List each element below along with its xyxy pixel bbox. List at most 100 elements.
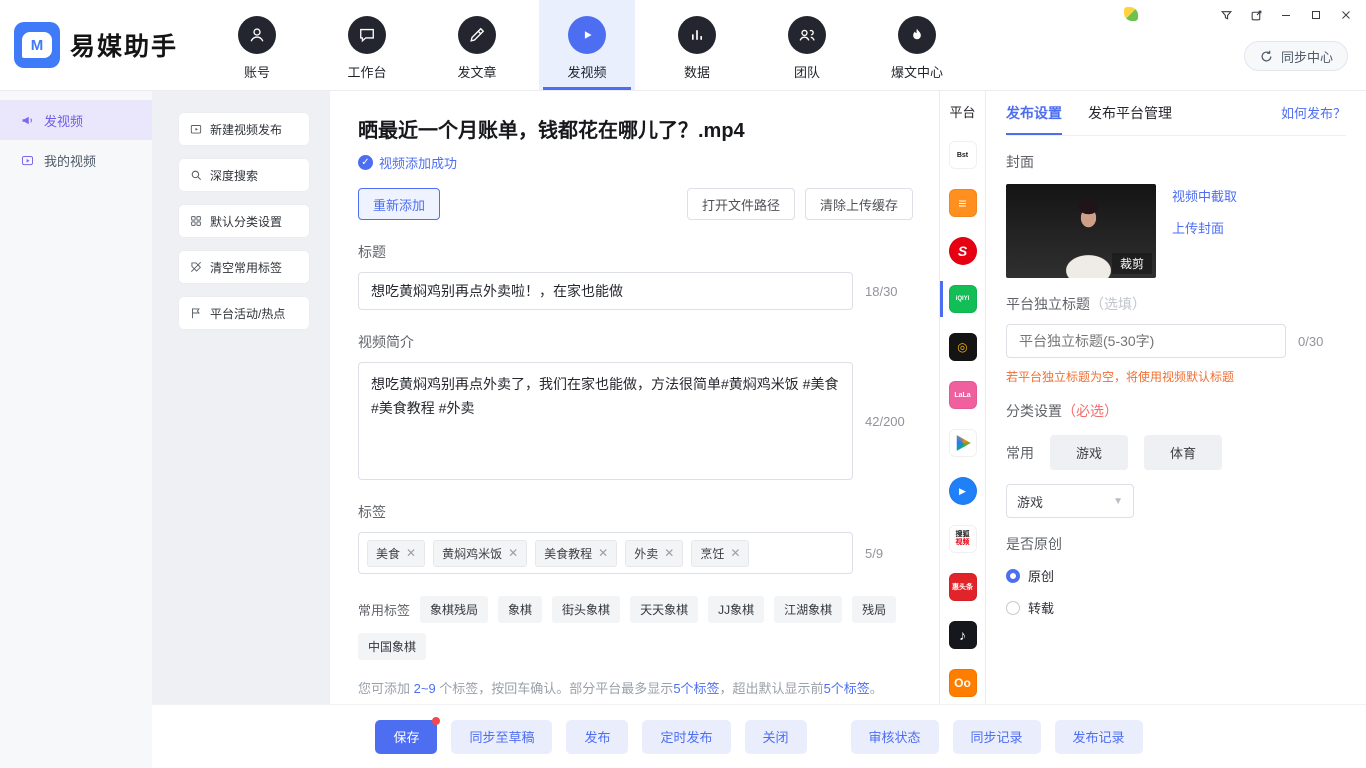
- common-tag[interactable]: JJ象棋: [708, 596, 764, 623]
- how-to-publish-link[interactable]: 如何发布？: [1281, 103, 1346, 122]
- nav-item-data[interactable]: 数据: [649, 0, 745, 90]
- megaphone-icon: [20, 113, 35, 128]
- sync-draft-button[interactable]: 同步至草稿: [451, 720, 552, 754]
- nav-item-hot-center[interactable]: 爆文中心: [869, 0, 965, 90]
- common-tag[interactable]: 天天象棋: [630, 596, 698, 623]
- publish-button[interactable]: 发布: [566, 720, 628, 754]
- common-tags-row: 常用标签 象棋残局 象棋 街头象棋 天天象棋 JJ象棋 江湖象棋 残局 中国象棋: [358, 596, 913, 660]
- review-status-button[interactable]: 审核状态: [851, 720, 939, 754]
- tag-chip[interactable]: 外卖✕: [625, 540, 683, 567]
- radio-repost[interactable]: 转载: [1006, 598, 1346, 617]
- tags-label: 标签: [358, 502, 913, 522]
- platform-icon-baijiahao[interactable]: Bst: [940, 141, 986, 169]
- remove-tag-icon[interactable]: ✕: [406, 546, 416, 560]
- independent-title-input[interactable]: [1006, 324, 1286, 358]
- chevron-down-icon: ▼: [1113, 496, 1123, 507]
- common-tag[interactable]: 街头象棋: [552, 596, 620, 623]
- platform-icon-toutiao[interactable]: ≡: [940, 189, 986, 217]
- sync-records-button[interactable]: 同步记录: [953, 720, 1041, 754]
- platform-strip: 平台 Bst ≡ S iQIYI ◎ LaLa: [940, 90, 986, 704]
- platform-icon-iqiyi[interactable]: iQIYI: [940, 285, 986, 313]
- sidebar-item-publish-video[interactable]: 发视频: [0, 100, 152, 140]
- remove-tag-icon[interactable]: ✕: [598, 546, 608, 560]
- edit-window-icon[interactable]: [1244, 5, 1268, 25]
- app-title: 易媒助手: [70, 27, 178, 63]
- platform-icon-haokan[interactable]: ▶: [940, 477, 986, 505]
- common-tag[interactable]: 中国象棋: [358, 633, 426, 660]
- nav-item-team[interactable]: 团队: [759, 0, 855, 90]
- remove-tag-icon[interactable]: ✕: [508, 546, 518, 560]
- play-triangle-icon: [954, 434, 972, 452]
- platform-icon-huya[interactable]: ◎: [940, 333, 986, 361]
- funnel-icon[interactable]: [1214, 5, 1238, 25]
- tag-chip[interactable]: 烹饪✕: [691, 540, 749, 567]
- platform-icon-huitoutiao[interactable]: 惠头条: [940, 573, 986, 601]
- platform-icon-bilibili[interactable]: LaLa: [940, 381, 986, 409]
- maximize-icon[interactable]: [1304, 5, 1328, 25]
- minimize-icon[interactable]: [1274, 5, 1298, 25]
- remove-tag-icon[interactable]: ✕: [730, 546, 740, 560]
- sidebar-item-my-videos[interactable]: 我的视频: [0, 140, 152, 180]
- upload-cover-link[interactable]: 上传封面: [1172, 218, 1237, 237]
- clear-upload-cache-button[interactable]: 清除上传缓存: [805, 188, 913, 220]
- nav-item-publish-article[interactable]: 发文章: [429, 0, 525, 90]
- platform-icon-sohu-video[interactable]: 搜狐 视频: [940, 525, 986, 553]
- save-button[interactable]: 保存: [375, 720, 437, 754]
- video-title-input[interactable]: [358, 272, 853, 310]
- tag-chip[interactable]: 黄焖鸡米饭✕: [433, 540, 527, 567]
- platform-icon-tencent-video[interactable]: [940, 429, 986, 457]
- settings-tabs: 发布设置 发布平台管理 如何发布？: [1006, 90, 1346, 136]
- quick-category-game[interactable]: 游戏: [1050, 435, 1128, 470]
- platform-strip-label: 平台: [949, 102, 975, 121]
- nav-item-account[interactable]: 账号: [209, 0, 305, 90]
- publish-records-button[interactable]: 发布记录: [1055, 720, 1143, 754]
- readd-video-button[interactable]: 重新添加: [358, 188, 440, 220]
- app-body: 发视频 我的视频 新建视频发布 深度搜索: [0, 90, 1366, 768]
- tray-icon[interactable]: [1124, 7, 1138, 21]
- nav-item-workspace[interactable]: 工作台: [319, 0, 415, 90]
- common-label: 常用: [1006, 443, 1034, 463]
- video-editor-card: 晒最近一个月账单，钱都花在哪儿了？.mp4 ✓ 视频添加成功 重新添加 打开文件…: [330, 90, 940, 704]
- platform-activity-button[interactable]: 平台活动/热点: [178, 296, 310, 330]
- independent-title-label: 平台独立标题（选填）: [1006, 294, 1346, 314]
- capture-from-video-link[interactable]: 视频中截取: [1172, 186, 1237, 205]
- video-description-textarea[interactable]: 想吃黄焖鸡别再点外卖了，我们在家也能做，方法很简单#黄焖鸡米饭 #美食 #美食教…: [358, 362, 853, 480]
- tools-column: 新建视频发布 深度搜索 默认分类设置 清空常用标签 平台活动/热点: [152, 90, 330, 704]
- original-label: 是否原创: [1006, 534, 1346, 554]
- quick-category-row: 常用 游戏 体育: [1006, 435, 1346, 470]
- open-file-path-button[interactable]: 打开文件路径: [687, 188, 795, 220]
- common-tag[interactable]: 江湖象棋: [774, 596, 842, 623]
- nav-item-publish-video[interactable]: 发视频: [539, 0, 635, 90]
- refresh-icon: [1259, 49, 1274, 64]
- common-tag[interactable]: 象棋残局: [420, 596, 488, 623]
- platform-icon-douyin[interactable]: ♪: [940, 621, 986, 649]
- schedule-publish-button[interactable]: 定时发布: [642, 720, 730, 754]
- close-button[interactable]: 关闭: [745, 720, 807, 754]
- common-tag[interactable]: 残局: [852, 596, 896, 623]
- tags-input-box[interactable]: 美食✕ 黄焖鸡米饭✕ 美食教程✕ 外卖✕ 烹饪✕: [358, 532, 853, 574]
- top-nav: 账号 工作台 发文章 发视频 数据: [202, 0, 972, 90]
- new-video-publish-button[interactable]: 新建视频发布: [178, 112, 310, 146]
- chart-icon: [678, 16, 716, 54]
- category-label: 分类设置（必选）: [1006, 401, 1346, 421]
- category-select[interactable]: 游戏 ▼: [1006, 484, 1134, 518]
- platform-icon-kuaishou[interactable]: Oo: [940, 669, 986, 697]
- platform-icon-ifeng[interactable]: S: [940, 237, 986, 265]
- tab-publish-settings[interactable]: 发布设置: [1006, 90, 1062, 135]
- default-category-button[interactable]: 默认分类设置: [178, 204, 310, 238]
- deep-search-button[interactable]: 深度搜索: [178, 158, 310, 192]
- clear-common-tags-button[interactable]: 清空常用标签: [178, 250, 310, 284]
- common-tag[interactable]: 象棋: [498, 596, 542, 623]
- tag-chip[interactable]: 美食教程✕: [535, 540, 617, 567]
- video-actions: 重新添加 打开文件路径 清除上传缓存: [358, 188, 913, 220]
- tab-platform-management[interactable]: 发布平台管理: [1088, 90, 1172, 135]
- quick-category-sports[interactable]: 体育: [1144, 435, 1222, 470]
- tag-chip[interactable]: 美食✕: [367, 540, 425, 567]
- remove-tag-icon[interactable]: ✕: [664, 546, 674, 560]
- close-icon[interactable]: [1334, 5, 1358, 25]
- sync-center-button[interactable]: 同步中心: [1244, 41, 1348, 71]
- brand: M 易媒助手: [0, 0, 186, 90]
- cover-thumbnail[interactable]: 裁剪: [1006, 184, 1156, 278]
- radio-original[interactable]: 原创: [1006, 566, 1346, 585]
- crop-button[interactable]: 裁剪: [1112, 253, 1152, 274]
